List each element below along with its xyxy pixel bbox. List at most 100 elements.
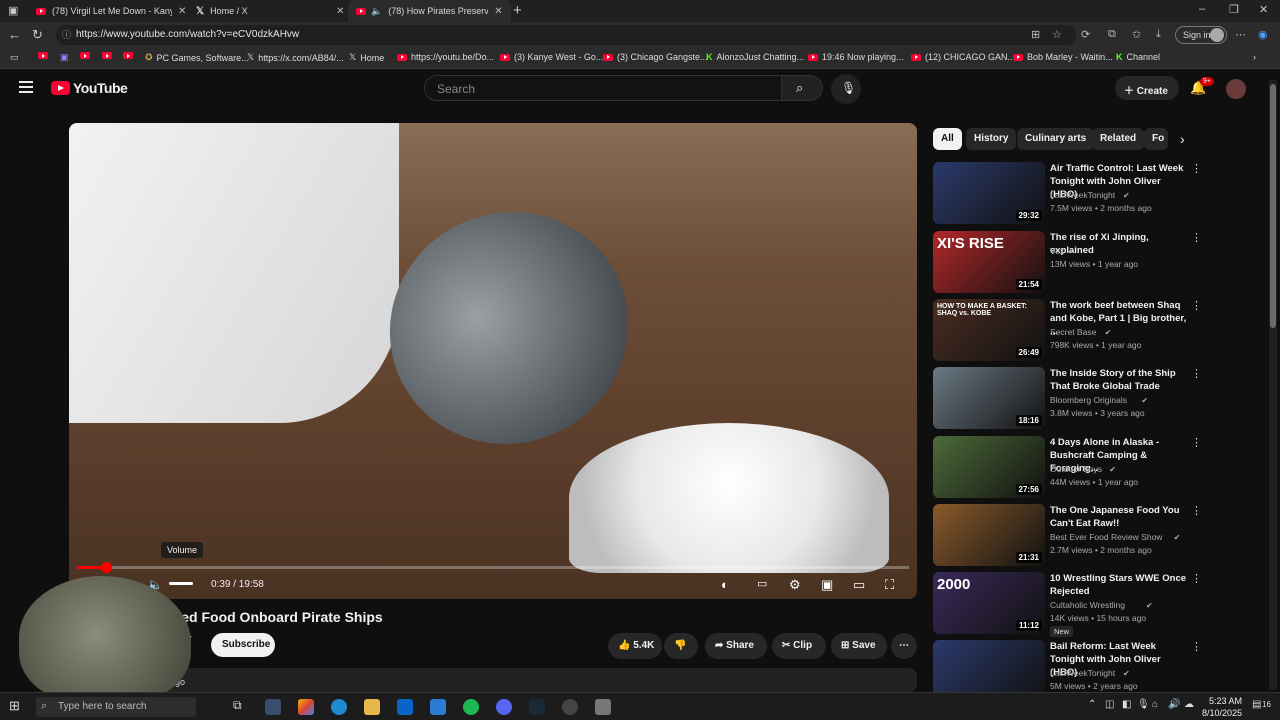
search-button[interactable]: ⌕ xyxy=(781,75,823,101)
more-options-icon[interactable]: ⋮ xyxy=(1191,572,1202,585)
volume-slider[interactable] xyxy=(169,582,193,585)
task-view-icon[interactable]: ⧉ xyxy=(233,698,242,713)
xbox-icon[interactable] xyxy=(562,699,578,715)
minimize-icon[interactable]: – xyxy=(1199,3,1205,15)
copilot-icon[interactable]: ◉ xyxy=(1258,28,1268,41)
captions-icon[interactable]: ▭ xyxy=(757,577,767,590)
chip-history[interactable]: History xyxy=(966,128,1017,150)
tab-1[interactable]: (78) Virgil Let Me Down - Kanye W ✕ xyxy=(28,0,194,22)
video-thumbnail[interactable]: 29:32 xyxy=(933,162,1045,224)
autoplay-toggle-icon[interactable]: ◐ xyxy=(721,577,729,592)
scrollbar[interactable] xyxy=(1269,80,1277,690)
close-icon[interactable]: ✕ xyxy=(178,6,186,17)
bookmarks-menu-icon[interactable]: ▭ xyxy=(10,52,19,63)
account-avatar[interactable] xyxy=(1226,79,1246,99)
windows-start-icon[interactable]: ⊞ xyxy=(9,698,20,714)
favorite-star-icon[interactable]: ☆ xyxy=(1052,28,1062,41)
more-options-icon[interactable]: ⋮ xyxy=(1191,162,1202,175)
maximize-icon[interactable]: ❐ xyxy=(1229,3,1239,16)
bookmark-channel[interactable]: K Channel xyxy=(1116,52,1160,62)
more-options-icon[interactable]: ⋮ xyxy=(1191,504,1202,517)
site-info-icon[interactable]: ⓘ xyxy=(62,28,71,41)
bookmark-pc-games[interactable]: ✪ PC Games, Software... xyxy=(145,52,249,63)
taskbar-clock[interactable]: 5:23 AM 8/10/2025 xyxy=(1200,695,1242,719)
chip-culinary-arts[interactable]: Culinary arts xyxy=(1017,128,1095,150)
bookmark-home[interactable]: 𝕏 Home xyxy=(349,52,384,63)
chevron-right-icon[interactable]: › xyxy=(1180,131,1185,147)
bookmark-twitch[interactable]: ▣ xyxy=(60,52,69,63)
outlook-icon[interactable] xyxy=(397,699,413,715)
create-button[interactable]: ＋ Create xyxy=(1115,76,1179,100)
recommendation-item[interactable]: 27:56 4 Days Alone in Alaska - Bushcraft … xyxy=(933,436,1203,498)
window-menu-icon[interactable]: ▣ xyxy=(8,4,18,17)
theater-mode-icon[interactable]: ▭ xyxy=(853,577,865,593)
tab-2[interactable]: 𝕏 Home / X ✕ xyxy=(188,0,352,22)
more-actions-button[interactable]: ⋯ xyxy=(891,633,917,659)
recommendation-item[interactable]: 18:16 The Inside Story of the Ship That B… xyxy=(933,367,1203,429)
tab-3-active[interactable]: 🔈 (78) How Pirates Preserved F ✕ xyxy=(348,0,511,22)
more-options-icon[interactable]: ⋮ xyxy=(1191,299,1202,312)
settings-gear-icon[interactable]: ⚙ xyxy=(789,577,801,593)
notification-center-icon[interactable]: ▤ xyxy=(1252,699,1261,710)
bookmark-youtube-2[interactable] xyxy=(80,52,90,59)
recommendation-title[interactable]: The One Japanese Food You Can't Eat Raw!… xyxy=(1050,504,1188,530)
more-menu-icon[interactable]: ⋯ xyxy=(1235,28,1246,41)
bookmark-youtube-3[interactable] xyxy=(102,52,112,59)
recommendation-item[interactable]: HOW TO MAKE A BASKET: SHAQ vs. KOBE 26:49… xyxy=(933,299,1203,361)
bookmark-youtube-4[interactable] xyxy=(123,52,133,59)
refresh-extension-icon[interactable]: ⟳ xyxy=(1081,28,1090,41)
recommendation-channel[interactable]: LastWeekTonight xyxy=(1050,190,1115,200)
chip-all[interactable]: All xyxy=(933,128,962,150)
video-player[interactable]: Volume 🔈 0:39 / 19:58 ◐ ▭ ⚙ ▣ ▭ ⛶ xyxy=(69,123,917,599)
recommendation-item[interactable]: XI'S RISE 21:54 The rise of Xi Jinping, ex… xyxy=(933,231,1203,293)
recommendation-item[interactable]: 21:31 The One Japanese Food You Can't Eat… xyxy=(933,504,1203,566)
voice-search-button[interactable]: 🎙 xyxy=(831,74,861,104)
recommendation-item[interactable]: 29:32 Air Traffic Control: Last Week Toni… xyxy=(933,162,1203,224)
edge-icon[interactable] xyxy=(331,699,347,715)
recommendation-channel[interactable]: Best Ever Food Review Show xyxy=(1050,532,1162,542)
recommendation-channel[interactable]: Outdoor Boys xyxy=(1050,464,1102,474)
recommendation-title[interactable]: The Inside Story of the Ship That Broke … xyxy=(1050,367,1188,393)
cloud-icon[interactable]: ☁ xyxy=(1184,699,1194,710)
recommendation-channel[interactable]: Vox xyxy=(1050,246,1064,256)
video-thumbnail[interactable]: 27:56 xyxy=(933,436,1045,498)
speaker-icon[interactable]: 🔊 xyxy=(1168,699,1180,710)
more-options-icon[interactable]: ⋮ xyxy=(1191,231,1202,244)
hamburger-menu-icon[interactable] xyxy=(19,81,33,96)
bookmark-now-playing[interactable]: 19:46 Now playing... xyxy=(808,52,904,62)
close-icon[interactable]: ✕ xyxy=(336,6,344,17)
recommendation-channel[interactable]: Cultaholic Wrestling xyxy=(1050,600,1125,610)
video-thumbnail[interactable]: 21:31 xyxy=(933,504,1045,566)
more-options-icon[interactable]: ⋮ xyxy=(1191,367,1202,380)
youtube-logo[interactable]: YouTube xyxy=(51,80,128,96)
video-thumbnail[interactable]: 2000 11:12 xyxy=(933,572,1045,634)
more-options-icon[interactable]: ⋮ xyxy=(1191,640,1202,653)
bookmark-youtube[interactable] xyxy=(38,52,48,59)
copilot-app-icon[interactable] xyxy=(298,699,314,715)
tray-app-icon-2[interactable]: ◧ xyxy=(1122,699,1131,710)
discord-icon[interactable] xyxy=(496,699,512,715)
bookmark-youtu-be[interactable]: https://youtu.be/Do... xyxy=(397,52,494,62)
subscribe-button[interactable]: Subscribe xyxy=(211,633,275,657)
photos-icon[interactable] xyxy=(430,699,446,715)
recommendation-item[interactable]: 2000 11:12 10 Wrestling Stars WWE Once Rej… xyxy=(933,572,1203,637)
search-input[interactable]: Search xyxy=(424,75,782,101)
download-icon[interactable]: ⤓ xyxy=(1156,28,1161,41)
video-thumbnail[interactable]: XI'S RISE 21:54 xyxy=(933,231,1045,293)
description-box[interactable]: go xyxy=(69,668,917,692)
video-thumbnail[interactable]: 18:16 xyxy=(933,367,1045,429)
recommendation-channel[interactable]: Secret Base xyxy=(1050,327,1096,337)
recommendation-channel[interactable]: LastWeekTonight xyxy=(1050,668,1115,678)
window-close-icon[interactable]: ✕ xyxy=(1259,3,1268,16)
new-tab-icon[interactable]: + xyxy=(513,2,522,19)
file-explorer-icon[interactable] xyxy=(364,699,380,715)
app-icon[interactable] xyxy=(595,699,611,715)
chip-fo[interactable]: Fo xyxy=(1144,128,1168,150)
refresh-icon[interactable]: ↻ xyxy=(32,27,43,43)
favorites-icon[interactable]: ✩ xyxy=(1132,28,1141,41)
close-icon[interactable]: ✕ xyxy=(494,6,502,17)
bookmark-chicago-gangsters[interactable]: (3) Chicago Gangste... xyxy=(603,52,708,62)
store-icon[interactable] xyxy=(265,699,281,715)
steam-icon[interactable] xyxy=(529,699,545,715)
spotify-icon[interactable] xyxy=(463,699,479,715)
